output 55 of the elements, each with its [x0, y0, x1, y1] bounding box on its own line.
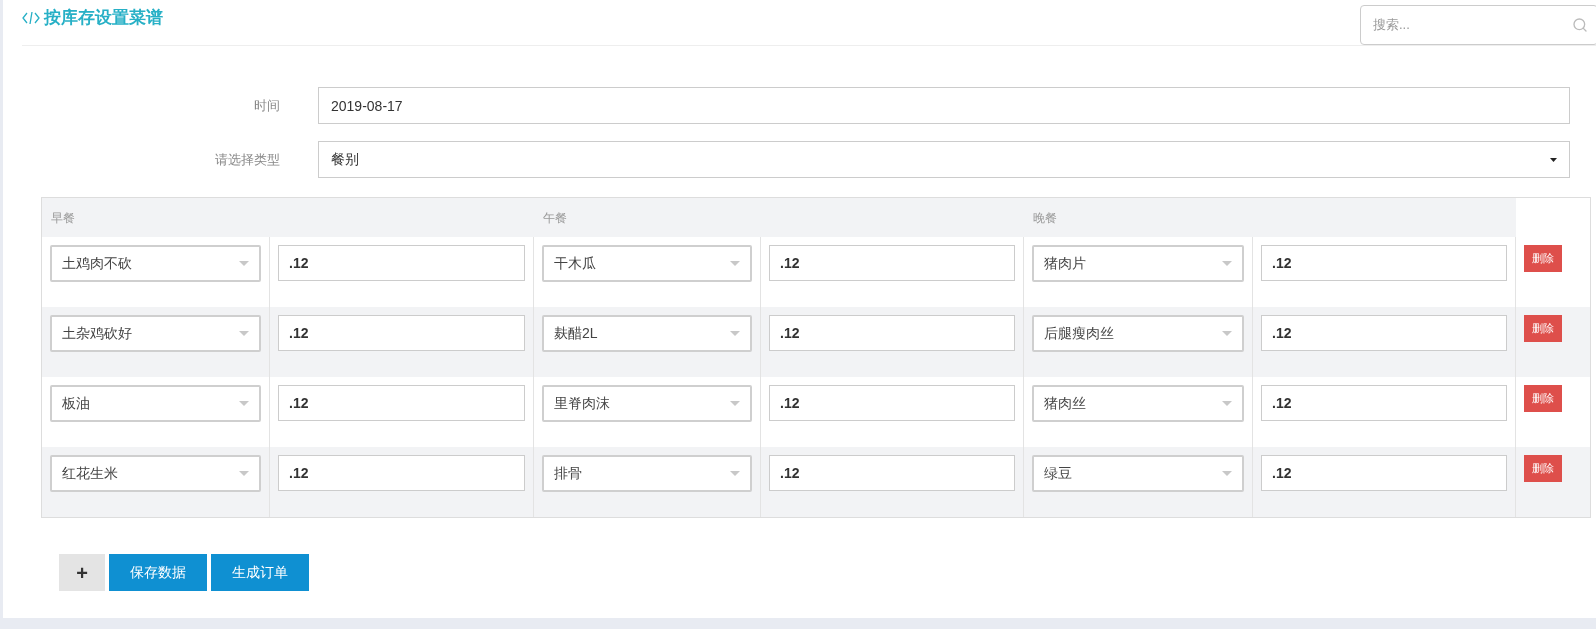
caret-icon [1550, 157, 1557, 162]
quantity-field[interactable]: .12 [1261, 385, 1507, 421]
form-label: 时间 [253, 96, 281, 115]
delete-button[interactable]: 删除 [1524, 315, 1562, 342]
type-select[interactable]: 餐别 [318, 141, 1570, 178]
quantity-field[interactable]: .12 [278, 315, 525, 351]
dish-select[interactable]: 排骨 [542, 455, 752, 492]
quantity-field[interactable]: .12 [769, 455, 1015, 491]
dish-select[interactable]: 干木瓜 [542, 245, 752, 282]
quantity-field[interactable]: .12 [1261, 315, 1507, 351]
caret-icon [239, 260, 249, 267]
caret-icon [1222, 400, 1232, 407]
dish-select[interactable]: 红花生米 [50, 455, 261, 492]
column-header: 早餐 [42, 198, 534, 237]
add-button[interactable]: + [59, 554, 105, 591]
caret-icon [239, 330, 249, 337]
caret-icon [730, 400, 740, 407]
dish-select[interactable]: 里脊肉沫 [542, 385, 752, 422]
caret-icon [1222, 260, 1232, 267]
dish-select[interactable]: 土杂鸡砍好 [50, 315, 261, 352]
delete-button[interactable]: 删除 [1524, 245, 1562, 272]
caret-icon [730, 330, 740, 337]
form-label: 请选择类型 [214, 150, 281, 169]
quantity-field[interactable]: .12 [769, 385, 1015, 421]
dish-select[interactable]: 后腿瘦肉丝 [1032, 315, 1244, 352]
caret-icon [730, 260, 740, 267]
page-title: 按库存设置菜谱 [44, 6, 163, 29]
caret-icon [239, 400, 249, 407]
quantity-field[interactable]: .12 [1261, 455, 1507, 491]
action-button[interactable]: 生成订单 [211, 554, 309, 591]
caret-icon [1222, 330, 1232, 337]
delete-button[interactable]: 删除 [1524, 385, 1562, 412]
column-header: 晚餐 [1024, 198, 1516, 237]
quantity-field[interactable]: .12 [278, 385, 525, 421]
quantity-field[interactable]: .12 [769, 245, 1015, 281]
column-header: 午餐 [534, 198, 1024, 237]
caret-icon [1222, 470, 1232, 477]
search-field[interactable]: 搜索... [1360, 4, 1596, 45]
delete-button[interactable]: 删除 [1524, 455, 1562, 482]
quantity-field[interactable]: .12 [1261, 245, 1507, 281]
action-button[interactable]: 保存数据 [109, 554, 207, 591]
caret-icon [730, 470, 740, 477]
date-field[interactable]: 2019-08-17 [318, 87, 1570, 124]
search-icon [1572, 16, 1588, 33]
dish-select[interactable]: 猪肉丝 [1032, 385, 1244, 422]
quantity-field[interactable]: .12 [278, 455, 525, 491]
dish-select[interactable]: 猪肉片 [1032, 245, 1244, 282]
caret-icon [239, 470, 249, 477]
quantity-field[interactable]: .12 [278, 245, 525, 281]
quantity-field[interactable]: .12 [769, 315, 1015, 351]
dish-select[interactable]: 绿豆 [1032, 455, 1244, 492]
dish-select[interactable]: 麸醋2L [542, 315, 752, 352]
dish-select[interactable]: 板油 [50, 385, 261, 422]
dish-select[interactable]: 土鸡肉不砍 [50, 245, 261, 282]
code-icon [22, 11, 40, 24]
